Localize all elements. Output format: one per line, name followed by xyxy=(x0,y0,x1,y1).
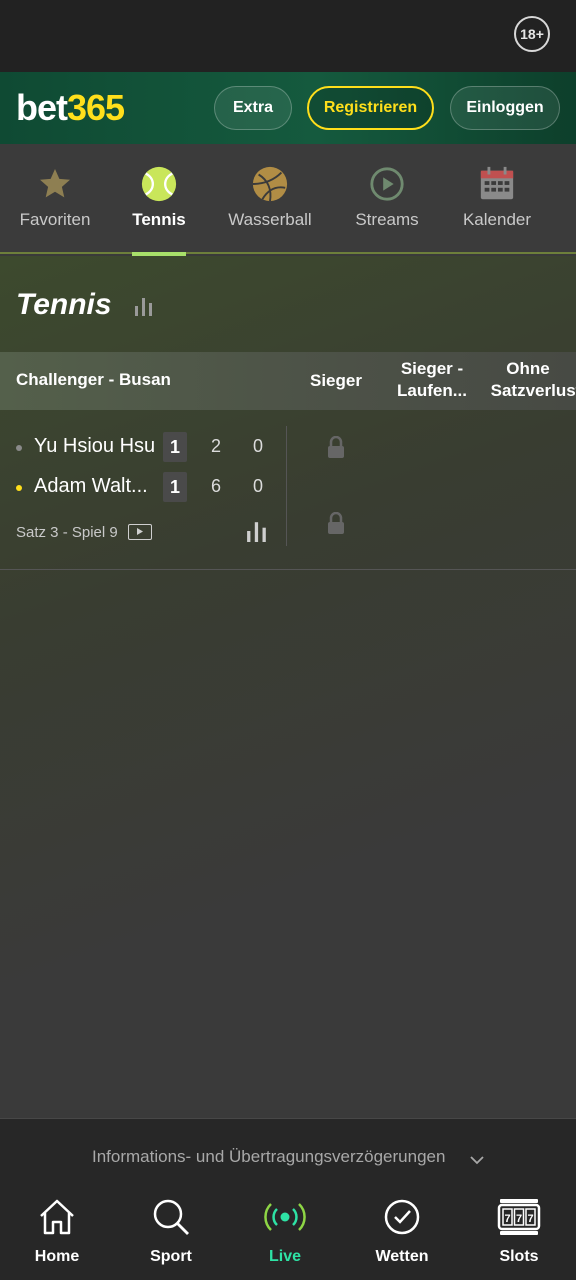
info-delay-text: Informations- und Übertragungsverzögerun… xyxy=(92,1147,446,1166)
sets-score: 1 xyxy=(163,432,187,462)
market-header: Challenger - Busan Sieger Sieger - Laufe… xyxy=(0,352,576,410)
nav-slots[interactable]: 7 7 7 Slots xyxy=(474,1196,564,1266)
svg-text:7: 7 xyxy=(527,1213,533,1225)
serve-indicator xyxy=(16,485,22,491)
match-stats-icon[interactable] xyxy=(246,520,268,547)
main-content: Tennis Challenger - Busan Sieger Sieger … xyxy=(0,256,576,1118)
games-score: 2 xyxy=(210,436,221,456)
page-title: Tennis xyxy=(16,288,112,321)
sets-score: 1 xyxy=(163,472,187,502)
logo-text-365: 365 xyxy=(67,87,125,128)
points-score: 0 xyxy=(252,476,263,496)
bet365-logo[interactable]: bet365 xyxy=(16,87,125,128)
nav-label: Wetten xyxy=(375,1248,429,1265)
column-ohne-satzverlust: Ohne xyxy=(506,359,550,378)
info-bar[interactable]: Informations- und Übertragungsverzögerun… xyxy=(0,1118,576,1178)
match-status: Satz 3 - Spiel 9 xyxy=(16,524,118,541)
live-stream-icon[interactable] xyxy=(128,524,152,540)
tab-label: Streams xyxy=(355,210,419,229)
tab-label: Kalender xyxy=(462,210,532,229)
tab-tennis[interactable]: Tennis xyxy=(132,144,186,256)
status-bar: 18+ xyxy=(0,0,576,72)
match-row[interactable]: Yu Hsiou Hsu 1 2 0 Adam Walt... 1 6 0 Sa… xyxy=(0,410,576,570)
search-icon xyxy=(126,1196,216,1238)
slots-icon: 7 7 7 xyxy=(474,1196,564,1238)
player-name: Yu Hsiou Hsu xyxy=(34,435,156,457)
water-polo-ball-icon xyxy=(250,164,290,204)
sport-tab-bar: Favoriten Tennis Wasserball Streams Kale… xyxy=(0,144,576,256)
serve-indicator xyxy=(16,445,22,451)
play-circle-icon xyxy=(367,164,407,204)
column-sieger: Sieger xyxy=(310,371,362,390)
check-circle-icon xyxy=(357,1196,447,1238)
tab-kalender[interactable]: Kalender xyxy=(460,144,534,254)
lock-icon xyxy=(326,511,346,539)
tennis-ball-icon xyxy=(139,164,179,204)
tab-label: Favoriten xyxy=(19,210,91,229)
nav-label: Slots xyxy=(499,1248,539,1265)
bottom-navigation: Home Sport Live Wetten 7 7 7 Slots xyxy=(0,1178,576,1280)
nav-label: Home xyxy=(34,1248,80,1265)
nav-label: Sport xyxy=(150,1248,192,1265)
player-row: Adam Walt... 1 6 0 xyxy=(0,472,290,502)
svg-text:7: 7 xyxy=(504,1213,510,1225)
chevron-down-icon xyxy=(470,1152,484,1170)
column-sieger-laufend-line2: Laufen... xyxy=(397,381,467,400)
player-row: Yu Hsiou Hsu 1 2 0 xyxy=(0,432,290,462)
logo-text-bet: bet xyxy=(16,87,68,128)
tab-streams[interactable]: Streams xyxy=(352,144,422,254)
nav-sport[interactable]: Sport xyxy=(126,1196,216,1266)
home-icon xyxy=(12,1196,102,1238)
lock-icon xyxy=(326,435,346,463)
calendar-icon xyxy=(477,164,517,204)
register-button[interactable]: Registrieren xyxy=(307,86,434,130)
nav-home[interactable]: Home xyxy=(12,1196,102,1266)
competition-name[interactable]: Challenger - Busan xyxy=(16,370,171,390)
tab-wasserball[interactable]: Wasserball xyxy=(226,144,314,254)
app-header: bet365 Extra Registrieren Einloggen xyxy=(0,72,576,144)
star-icon xyxy=(35,164,75,204)
extra-button[interactable]: Extra xyxy=(214,86,292,130)
column-sieger-laufend: Sieger - xyxy=(400,359,464,378)
live-broadcast-icon xyxy=(240,1196,330,1238)
player-name: Adam Walt... xyxy=(34,475,148,497)
column-ohne-satzverlust-line2: Satzverlust xyxy=(490,381,576,400)
bar-chart-icon[interactable] xyxy=(134,296,154,321)
games-score: 6 xyxy=(210,476,221,496)
svg-text:7: 7 xyxy=(516,1213,522,1225)
nav-label: Live xyxy=(268,1248,301,1265)
column-divider xyxy=(286,426,287,546)
tab-favoriten[interactable]: Favoriten xyxy=(14,144,96,254)
tab-label: Tennis xyxy=(132,210,186,229)
tab-label: Wasserball xyxy=(228,210,312,229)
nav-live[interactable]: Live xyxy=(240,1196,330,1266)
nav-wetten[interactable]: Wetten xyxy=(357,1196,447,1266)
login-button[interactable]: Einloggen xyxy=(450,86,560,130)
age-restriction-badge: 18+ xyxy=(514,16,550,52)
points-score: 0 xyxy=(252,436,263,456)
